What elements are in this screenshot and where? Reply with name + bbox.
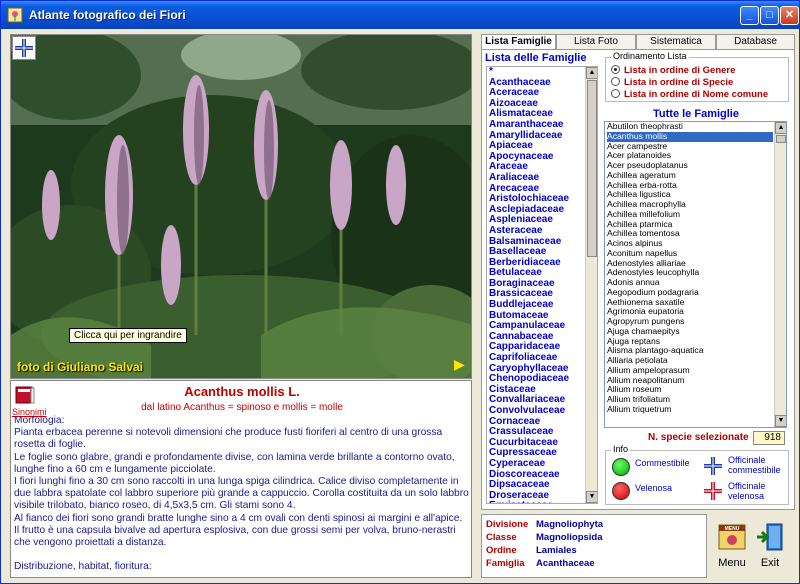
radio-circle[interactable] [611,89,620,98]
menu-icon-text: MENU [725,526,740,532]
enlarge-tooltip: Clicca qui per ingrandire [69,328,187,343]
photo-credit: foto di Giuliano Salvai [17,360,144,374]
info-legend-title: Info [611,444,631,454]
poisonous-label: Velenosa [635,483,673,493]
species-count-label: N. specie selezionate [648,432,749,443]
paragraph: Il frutto è una capsula bivalve ad apert… [14,524,456,549]
tab-database[interactable]: Database [716,34,795,49]
classif-key: Ordine [486,545,517,556]
smiley-green-icon [612,458,630,476]
radio-order-specie[interactable]: Lista in ordine di Specie [611,77,733,88]
medicinal-edible-label: Officinale commestibile [728,455,781,475]
classif-key: Famiglia [486,558,525,569]
window-title: Atlante fotografico dei Fiori [29,8,186,22]
classif-value: Magnoliophyta [536,519,604,530]
radio-order-genere[interactable]: Lista in ordine di Genere [611,65,735,76]
menu-label: Menu [718,557,746,569]
radio-circle[interactable] [611,77,620,86]
family-list-item[interactable]: Araliaceae [489,172,597,184]
paragraph: Al fianco dei fiori sono grandi bratte l… [14,512,463,524]
tab-lista-foto[interactable]: Lista Foto [556,34,636,49]
radio-label: Lista in ordine di Genere [624,65,736,76]
families-scrollbar[interactable]: ▲ ▼ [585,67,597,503]
classif-value: Magnoliopsida [536,532,603,543]
tab-bar: Lista Famiglie Lista Foto Sistematica Da… [481,34,795,50]
close-button[interactable]: ✕ [780,6,799,25]
paragraph: Le foglie sono glabre, grandi e profonda… [14,451,455,475]
exit-button[interactable]: Exit [753,520,787,572]
radio-order-nome-comune[interactable]: Lista in ordine di Nome comune [611,89,768,100]
species-list-title: Tutte le Famiglie [653,108,739,120]
species-scrollbar[interactable]: ▲ ▼ [774,122,786,427]
tab-sistematica[interactable]: Sistematica [636,34,716,49]
paragraph: Distribuzione, habitat, fioritura: [14,561,152,573]
description-text[interactable]: Morfologia: Pianta erbacea perenne si no… [14,415,469,577]
scroll-up-arrow-icon[interactable]: ▲ [586,67,597,79]
family-list-item[interactable]: Asteraceae [489,225,597,237]
radio-circle[interactable] [611,65,620,74]
next-photo-arrow-icon[interactable]: ▶ [454,356,465,373]
classif-key: Classe [486,532,517,543]
paragraph: I fiori lunghi fino a 30 cm sono raccolt… [14,476,469,512]
blue-cross-icon [15,39,33,57]
etymology: dal latino Acanthus = spinoso e mollis =… [141,402,343,413]
scroll-up-arrow-icon[interactable]: ▲ [775,122,786,134]
classif-key: Divisione [486,519,529,530]
menu-book-icon: MENU [718,524,746,550]
blue-cross-icon [704,457,722,475]
family-list-item[interactable]: Amaranthaceae [489,119,597,131]
flower-photo[interactable]: Clicca qui per ingrandire foto di Giulia… [10,34,472,379]
medicinal-cross-button[interactable] [12,36,36,60]
app-flower-icon [7,7,23,23]
title-bar[interactable]: Atlante fotografico dei Fiori _ □ ✕ [1,1,799,29]
family-list-item[interactable]: * [489,67,597,78]
edible-label: Commestibile [635,458,690,468]
paragraph: Pianta erbacea perenne si notevoli dimen… [14,427,443,451]
classif-value: Acanthaceae [536,558,595,569]
medicinal-poisonous-label: Officinale velenosa [728,481,766,501]
species-name: Acanthus mollis L. [184,384,300,399]
species-list[interactable]: Abutilon theophrasti Acanthus mollis Acer … [604,121,787,428]
red-cross-icon [704,482,722,500]
radio-label: Lista in ordine di Specie [624,77,734,88]
menu-button[interactable]: MENU Menu [715,520,749,572]
species-list-item[interactable]: Allium triquetrum [607,404,773,415]
scrollbar-thumb[interactable] [587,80,597,257]
paragraph [14,549,469,561]
scroll-down-arrow-icon[interactable]: ▼ [586,491,597,503]
minimize-button[interactable]: _ [740,6,759,25]
radio-label: Lista in ordine di Nome comune [624,89,769,100]
classif-value: Lamiales [536,545,577,556]
scrollbar-thumb[interactable] [776,135,786,143]
sad-red-icon [612,482,630,500]
exit-door-icon [757,523,783,551]
family-list-item[interactable]: Convolvulaceae [489,405,597,417]
description-panel: Sinonimi Acanthus mollis L. dal latino A… [10,380,472,578]
family-list-item[interactable]: Cyperaceae [489,458,597,470]
family-list-item[interactable]: Equisetaceae [489,501,597,503]
exit-label: Exit [760,557,780,569]
ordering-group: Ordinamento Lista Lista in ordine di Gen… [605,51,789,102]
maximize-button[interactable]: □ [760,6,779,25]
classification-box: Divisione Magnoliophyta Classe Magnoliop… [481,514,707,578]
paragraph: Morfologia: [14,415,65,426]
scroll-down-arrow-icon[interactable]: ▼ [775,415,786,427]
families-list[interactable]: * Acanthaceae Aceraceae Aizoaceae Alismatace… [486,66,598,504]
tab-lista-famiglie[interactable]: Lista Famiglie [481,34,556,50]
ordering-legend: Ordinamento Lista [611,51,689,61]
app-window: Atlante fotografico dei Fiori _ □ ✕ Clic… [0,0,800,584]
info-legend: Info Commestibile Velenosa Officinale co… [605,444,789,505]
families-label: Lista delle Famiglie [485,52,587,64]
species-count-value: 918 [753,431,785,445]
